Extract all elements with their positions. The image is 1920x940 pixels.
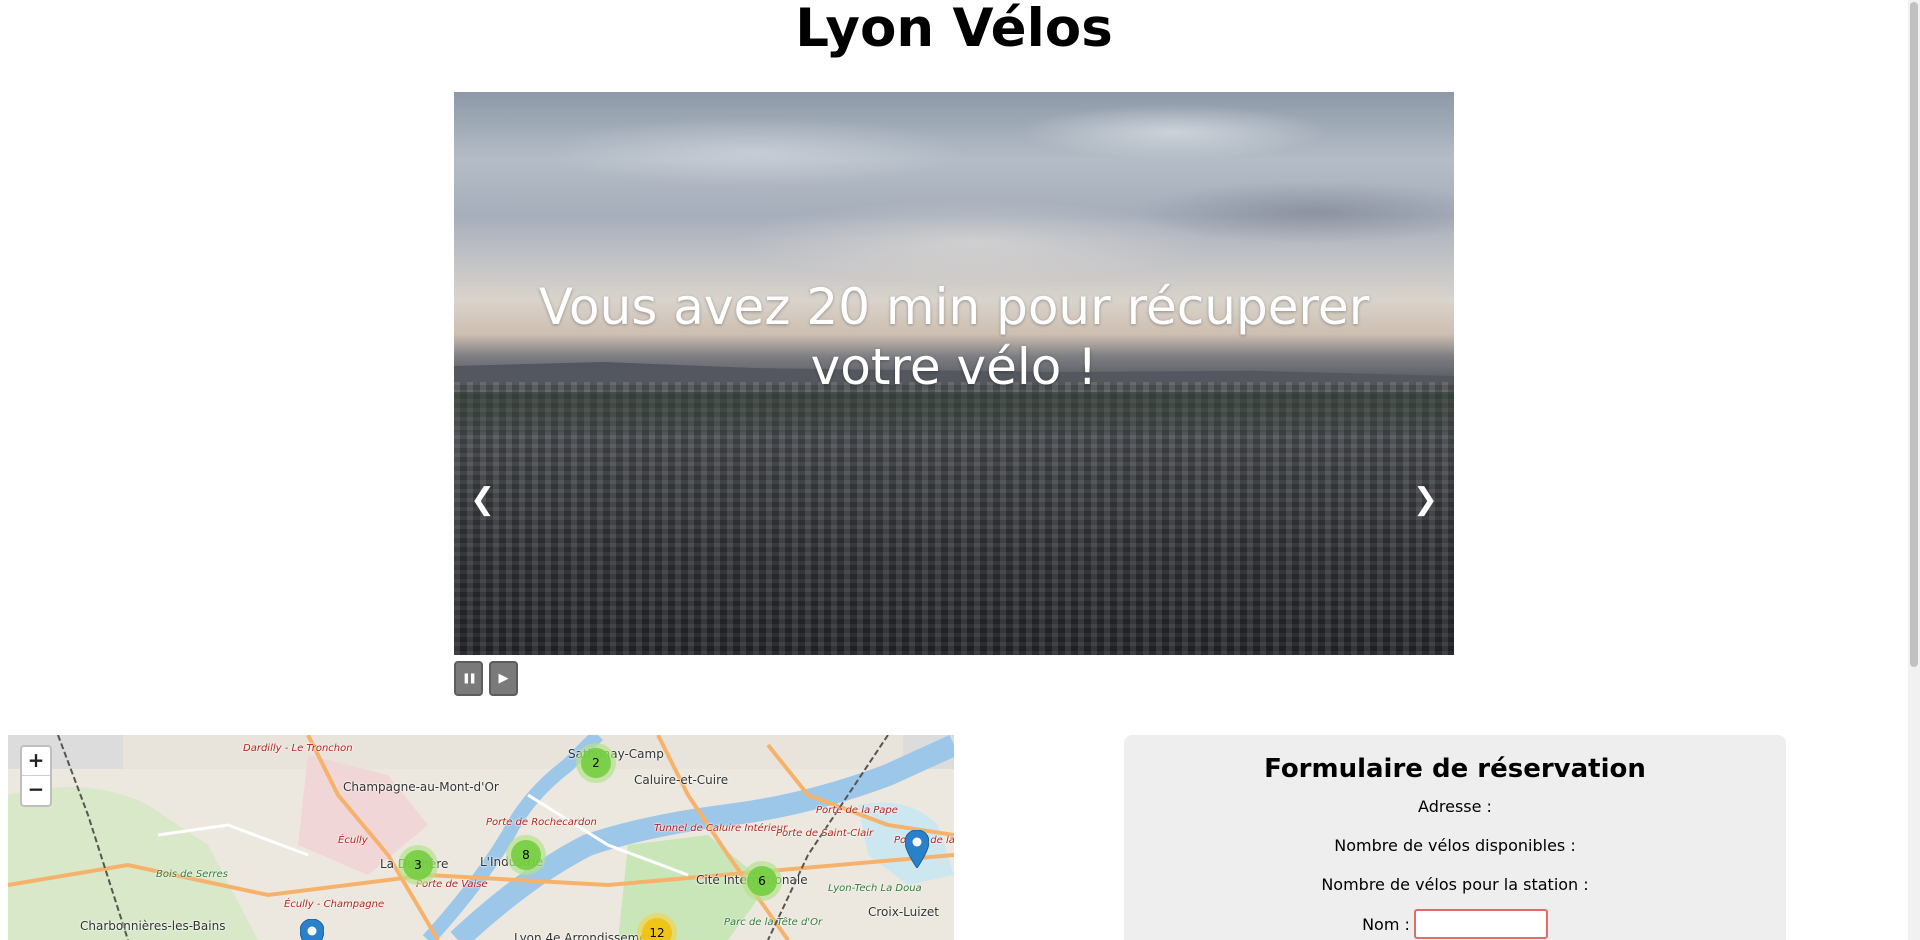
slider-next-button[interactable]: ❯	[1413, 485, 1438, 515]
play-button[interactable]: ▶	[489, 661, 518, 696]
map-place: Bois de Serres	[156, 869, 228, 880]
station-cluster[interactable]: 6	[742, 861, 782, 901]
pause-button[interactable]: ❚❚	[454, 661, 483, 696]
bikes-station-label: Nombre de vélos pour la station :	[1321, 875, 1589, 894]
map-place: Dardilly - Le Tronchon	[243, 743, 353, 754]
map-place: Parc de la Tête d'Or	[724, 917, 823, 928]
page-scrollbar[interactable]	[1908, 0, 1920, 940]
form-title: Formulaire de réservation	[1264, 754, 1646, 784]
zoom-in-button[interactable]: +	[22, 747, 50, 776]
station-map[interactable]: Dardilly - Le Tronchon Champagne-au-Mont…	[8, 735, 954, 940]
station-marker-icon[interactable]	[300, 919, 324, 940]
name-input[interactable]	[1413, 909, 1548, 939]
station-cluster[interactable]: 3	[398, 845, 438, 885]
reservation-form: Formulaire de réservation Adresse : Nomb…	[1124, 735, 1786, 940]
name-row: Nom :	[1124, 909, 1786, 939]
page-title: Lyon Vélos	[795, 0, 1113, 59]
slider-controls: ❚❚ ▶	[454, 661, 518, 696]
name-label: Nom :	[1362, 914, 1410, 934]
bikes-available-label: Nombre de vélos disponibles :	[1334, 836, 1576, 855]
slider-prev-button[interactable]: ❮	[470, 485, 495, 515]
map-place: Tunnel de Caluire Intérieur	[654, 823, 788, 834]
station-cluster[interactable]: 2	[576, 743, 616, 783]
address-label: Adresse :	[1418, 797, 1492, 816]
map-place: Écully - Champagne	[284, 899, 385, 910]
map-zoom-control: + −	[20, 745, 52, 807]
image-slider: Vous avez 20 min pour récuperer votre vé…	[454, 92, 1454, 655]
station-marker-icon[interactable]	[905, 830, 929, 868]
map-place: Caluire-et-Cuire	[634, 773, 729, 787]
station-cluster[interactable]: 8	[506, 835, 546, 875]
pause-icon: ❚❚	[462, 673, 477, 684]
map-place: Champagne-au-Mont-d'Or	[343, 780, 499, 794]
play-icon: ▶	[498, 671, 509, 686]
slide-caption: Vous avez 20 min pour récuperer votre vé…	[538, 278, 1370, 396]
slide-trees	[454, 392, 1454, 432]
map-place: Croix-Luizet	[868, 905, 939, 919]
map-place: Porte de Rochecardon	[486, 817, 597, 828]
map-place: Porte de Saint-Clair	[776, 828, 874, 839]
map-place: Charbonnières-les-Bains	[80, 919, 226, 933]
map-place: Lyon-Tech La Doua	[828, 883, 922, 894]
map-place: Porte de la Pape	[816, 805, 898, 816]
scrollbar-thumb[interactable]	[1910, 2, 1918, 667]
map-place: Écully	[338, 835, 368, 846]
zoom-out-button[interactable]: −	[22, 776, 50, 805]
